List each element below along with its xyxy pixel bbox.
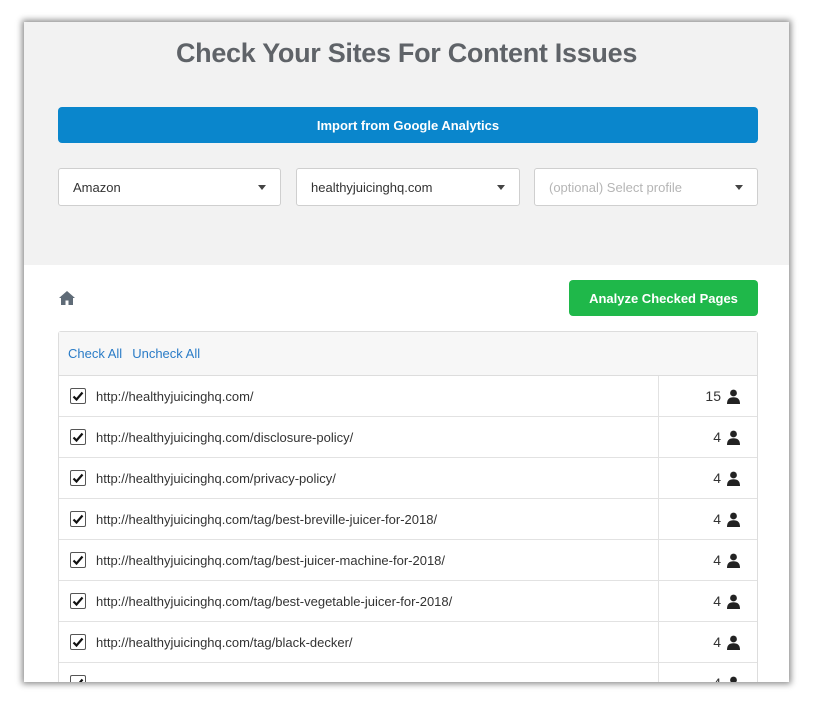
top-panel: Check Your Sites For Content Issues Impo…: [24, 22, 789, 265]
row-checkbox[interactable]: [70, 593, 86, 609]
row-checkbox[interactable]: [70, 634, 86, 650]
page-url[interactable]: http://healthyjuicinghq.com/: [96, 389, 254, 404]
import-google-analytics-button[interactable]: Import from Google Analytics: [58, 107, 758, 143]
check-icon: [72, 514, 84, 525]
count-cell: 4: [659, 417, 757, 457]
url-cell: [59, 663, 659, 682]
home-icon[interactable]: [58, 290, 76, 306]
row-checkbox[interactable]: [70, 552, 86, 568]
profile-select-placeholder: (optional) Select profile: [549, 179, 682, 195]
site-select-value: healthyjuicinghq.com: [311, 179, 433, 195]
check-icon: [72, 637, 84, 648]
user-count: 4: [713, 470, 721, 486]
user-count: 4: [713, 675, 721, 682]
user-icon: [727, 471, 740, 486]
site-select[interactable]: healthyjuicinghq.com: [296, 168, 520, 206]
table-row: http://healthyjuicinghq.com/tag/black-de…: [59, 622, 757, 663]
check-icon: [78, 678, 84, 682]
table-row: http://healthyjuicinghq.com/tag/best-veg…: [59, 581, 757, 622]
row-checkbox[interactable]: [70, 675, 86, 682]
page-title: Check Your Sites For Content Issues: [175, 38, 638, 68]
user-icon: [727, 635, 740, 650]
chevron-down-icon: [735, 185, 743, 190]
page-url[interactable]: http://healthyjuicinghq.com/tag/best-veg…: [96, 594, 452, 609]
page-url[interactable]: http://healthyjuicinghq.com/tag/best-jui…: [96, 553, 445, 568]
check-icon: [72, 596, 84, 607]
url-cell: http://healthyjuicinghq.com/privacy-poli…: [59, 458, 659, 498]
check-icon: [72, 473, 84, 484]
pages-table: Check All Uncheck All http://healthyjuic…: [58, 331, 758, 682]
check-icon: [72, 555, 84, 566]
count-cell: 4: [659, 622, 757, 662]
url-cell: http://healthyjuicinghq.com/disclosure-p…: [59, 417, 659, 457]
url-cell: http://healthyjuicinghq.com/tag/black-de…: [59, 622, 659, 662]
table-row: http://healthyjuicinghq.com/disclosure-p…: [59, 417, 757, 458]
row-checkbox[interactable]: [70, 429, 86, 445]
uncheck-all-link[interactable]: Uncheck All: [132, 346, 200, 361]
url-cell: http://healthyjuicinghq.com/tag/best-jui…: [59, 540, 659, 580]
table-row: http://healthyjuicinghq.com/tag/best-bre…: [59, 499, 757, 540]
page-url[interactable]: http://healthyjuicinghq.com/privacy-poli…: [96, 471, 336, 486]
user-icon: [730, 676, 737, 682]
account-select-value: Amazon: [73, 179, 121, 195]
table-header: Check All Uncheck All: [59, 332, 757, 376]
user-count: 4: [713, 511, 721, 527]
row-checkbox[interactable]: [70, 470, 86, 486]
page-url[interactable]: http://healthyjuicinghq.com/tag/best-bre…: [96, 512, 437, 527]
check-icon: [72, 391, 84, 402]
chevron-down-icon: [497, 185, 505, 190]
chevron-down-icon: [258, 185, 266, 190]
url-cell: http://healthyjuicinghq.com/tag/best-bre…: [59, 499, 659, 539]
url-cell: http://healthyjuicinghq.com/: [59, 376, 659, 416]
count-cell: 4: [659, 540, 757, 580]
analyze-checked-pages-button[interactable]: Analyze Checked Pages: [569, 280, 758, 316]
app-window: Check Your Sites For Content Issues Impo…: [24, 22, 789, 682]
url-cell: http://healthyjuicinghq.com/tag/best-veg…: [59, 581, 659, 621]
count-cell: 4: [659, 663, 757, 682]
user-count: 4: [713, 429, 721, 445]
account-select[interactable]: Amazon: [58, 168, 281, 206]
count-cell: 4: [659, 458, 757, 498]
page-url[interactable]: http://healthyjuicinghq.com/disclosure-p…: [96, 430, 353, 445]
user-icon: [727, 594, 740, 609]
user-icon: [727, 430, 740, 445]
check-icon: [72, 432, 84, 443]
user-count: 4: [713, 593, 721, 609]
table-body: http://healthyjuicinghq.com/15 http://hea…: [59, 376, 757, 682]
table-row: 4: [59, 663, 757, 682]
count-cell: 4: [659, 581, 757, 621]
row-checkbox[interactable]: [70, 388, 86, 404]
user-count: 4: [713, 634, 721, 650]
check-all-link[interactable]: Check All: [68, 346, 122, 361]
user-icon: [727, 553, 740, 568]
count-cell: 4: [659, 499, 757, 539]
user-count: 15: [705, 388, 721, 404]
table-row: http://healthyjuicinghq.com/15: [59, 376, 757, 417]
user-icon: [727, 512, 740, 527]
page-url[interactable]: http://healthyjuicinghq.com/tag/black-de…: [96, 635, 353, 650]
user-icon: [727, 389, 740, 404]
row-checkbox[interactable]: [70, 511, 86, 527]
user-count: 4: [713, 552, 721, 568]
profile-select[interactable]: (optional) Select profile: [534, 168, 758, 206]
table-row: http://healthyjuicinghq.com/tag/best-jui…: [59, 540, 757, 581]
table-row: http://healthyjuicinghq.com/privacy-poli…: [59, 458, 757, 499]
count-cell: 15: [659, 376, 757, 416]
